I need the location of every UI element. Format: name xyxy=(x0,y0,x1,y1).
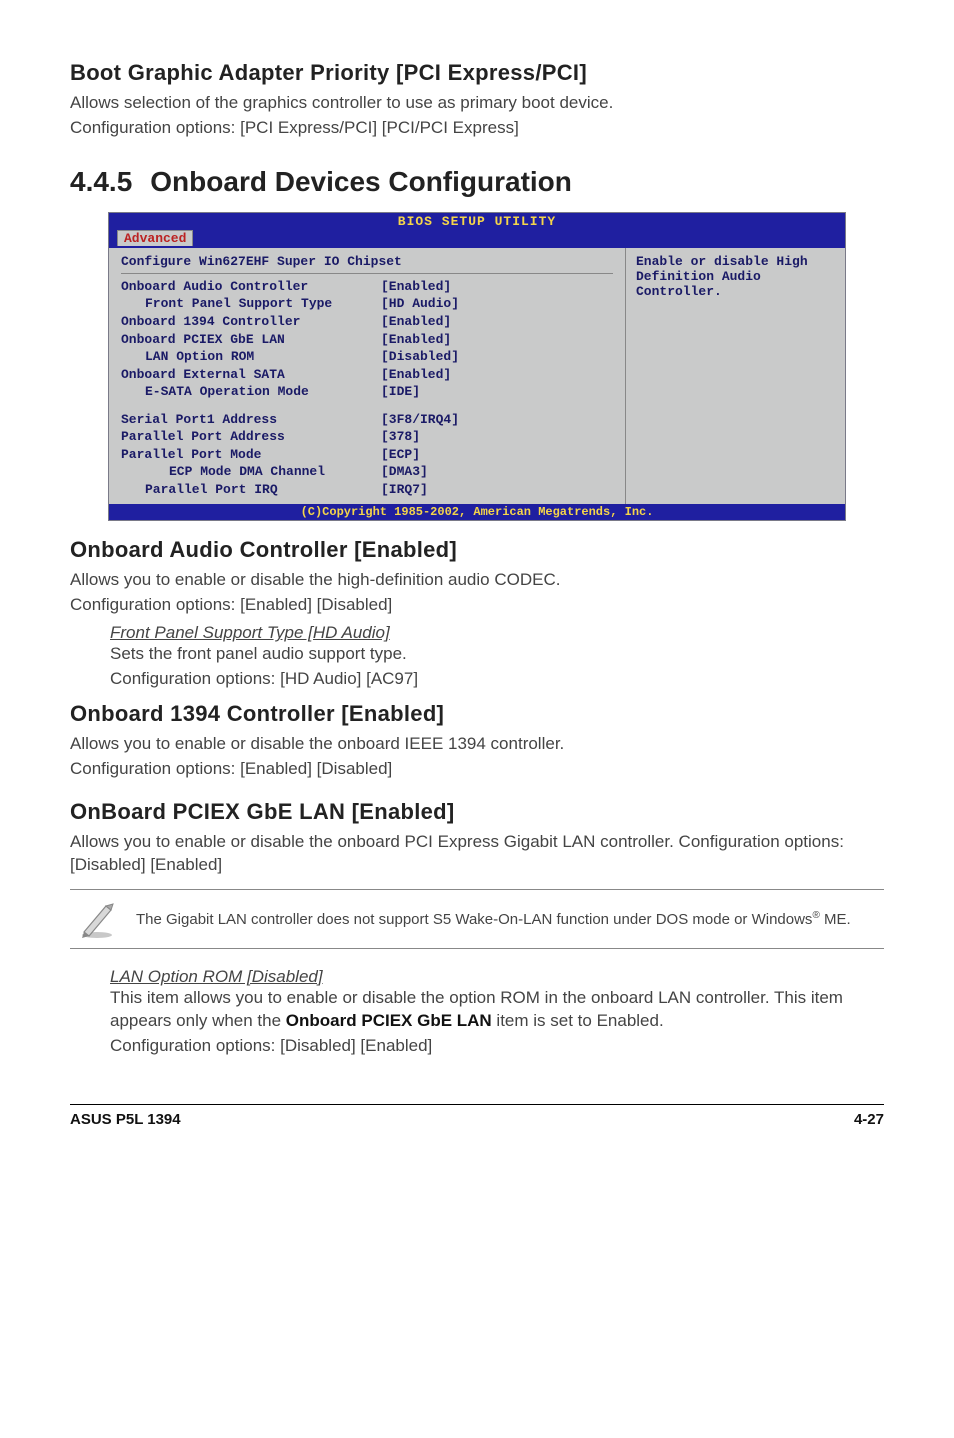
bios-value: [Disabled] xyxy=(381,348,459,366)
bios-row[interactable]: Onboard 1394 Controller[Enabled] xyxy=(121,313,613,331)
bios-copyright: (C)Copyright 1985-2002, American Megatre… xyxy=(109,504,845,520)
page-footer: ASUS P5L 1394 4-27 xyxy=(70,1104,884,1128)
bios-label: E-SATA Operation Mode xyxy=(121,383,381,401)
bios-value: [3F8/IRQ4] xyxy=(381,411,459,429)
bios-row[interactable]: Serial Port1 Address[3F8/IRQ4] xyxy=(121,411,613,429)
text: This item allows you to enable or disabl… xyxy=(110,987,884,1033)
bios-value: [IRQ7] xyxy=(381,481,428,499)
subheading-front-panel: Front Panel Support Type [HD Audio] xyxy=(110,623,884,643)
bios-label: LAN Option ROM xyxy=(121,348,381,366)
heading-onboard-devices: 4.4.5 Onboard Devices Configuration xyxy=(70,166,884,198)
heading-onboard-audio: Onboard Audio Controller [Enabled] xyxy=(70,537,884,563)
bios-label: Onboard External SATA xyxy=(121,366,381,384)
bios-tab-advanced[interactable]: Advanced xyxy=(117,230,193,246)
text: Allows you to enable or disable the high… xyxy=(70,569,884,592)
bios-row[interactable]: LAN Option ROM[Disabled] xyxy=(121,348,613,366)
text: Allows you to enable or disable the onbo… xyxy=(70,831,884,877)
note-text: The Gigabit LAN controller does not supp… xyxy=(136,909,851,930)
text: Allows you to enable or disable the onbo… xyxy=(70,733,884,756)
heading-onboard-1394: Onboard 1394 Controller [Enabled] xyxy=(70,701,884,727)
bios-value: [ECP] xyxy=(381,446,420,464)
bios-help-pane: Enable or disable High Definition Audio … xyxy=(625,248,845,505)
bios-tab-row: Advanced xyxy=(109,230,845,248)
bios-label: Parallel Port IRQ xyxy=(121,481,381,499)
bios-value: [HD Audio] xyxy=(381,295,459,313)
text: Configuration options: [Disabled] [Enabl… xyxy=(110,1035,884,1058)
bios-row[interactable]: Onboard Audio Controller[Enabled] xyxy=(121,278,613,296)
text: Allows selection of the graphics control… xyxy=(70,92,884,115)
bios-label: Serial Port1 Address xyxy=(121,411,381,429)
bios-value: [Enabled] xyxy=(381,331,451,349)
bios-row[interactable]: ECP Mode DMA Channel[DMA3] xyxy=(121,463,613,481)
footer-page-number: 4-27 xyxy=(854,1111,884,1128)
bios-row[interactable]: E-SATA Operation Mode[IDE] xyxy=(121,383,613,401)
bios-value: [DMA3] xyxy=(381,463,428,481)
bios-row[interactable]: Parallel Port Mode[ECP] xyxy=(121,446,613,464)
text: Sets the front panel audio support type. xyxy=(110,643,884,666)
bios-row[interactable]: Parallel Port IRQ[IRQ7] xyxy=(121,481,613,499)
subheading-lan-option-rom: LAN Option ROM [Disabled] xyxy=(110,967,884,987)
bios-value: [Enabled] xyxy=(381,366,451,384)
bios-screenshot: BIOS SETUP UTILITY Advanced Configure Wi… xyxy=(108,212,846,522)
bios-label: Front Panel Support Type xyxy=(121,295,381,313)
bios-label: Onboard PCIEX GbE LAN xyxy=(121,331,381,349)
text: Configuration options: [PCI Express/PCI]… xyxy=(70,117,884,140)
bios-subheading: Configure Win627EHF Super IO Chipset xyxy=(121,254,613,274)
bios-left-pane: Configure Win627EHF Super IO Chipset Onb… xyxy=(109,248,625,505)
bios-row[interactable]: Front Panel Support Type[HD Audio] xyxy=(121,295,613,313)
text: Configuration options: [Enabled] [Disabl… xyxy=(70,758,884,781)
bios-label: Onboard Audio Controller xyxy=(121,278,381,296)
footer-product: ASUS P5L 1394 xyxy=(70,1111,181,1128)
bios-label: Parallel Port Mode xyxy=(121,446,381,464)
bold-text: Onboard PCIEX GbE LAN xyxy=(286,1011,492,1030)
note-box: The Gigabit LAN controller does not supp… xyxy=(70,889,884,949)
bios-value: [378] xyxy=(381,428,420,446)
bios-label: ECP Mode DMA Channel xyxy=(121,463,381,481)
bios-row[interactable]: Onboard PCIEX GbE LAN[Enabled] xyxy=(121,331,613,349)
bios-title: BIOS SETUP UTILITY xyxy=(109,213,845,230)
heading-pciex-lan: OnBoard PCIEX GbE LAN [Enabled] xyxy=(70,799,884,825)
bios-label: Onboard 1394 Controller xyxy=(121,313,381,331)
bios-value: [Enabled] xyxy=(381,278,451,296)
text: Configuration options: [Enabled] [Disabl… xyxy=(70,594,884,617)
bios-value: [Enabled] xyxy=(381,313,451,331)
note-pen-icon xyxy=(76,898,118,940)
heading-boot-graphic: Boot Graphic Adapter Priority [PCI Expre… xyxy=(70,60,884,86)
bios-row[interactable]: Onboard External SATA[Enabled] xyxy=(121,366,613,384)
bios-row[interactable]: Parallel Port Address[378] xyxy=(121,428,613,446)
bios-label: Parallel Port Address xyxy=(121,428,381,446)
heading-text: Onboard Devices Configuration xyxy=(150,166,572,197)
text: Configuration options: [HD Audio] [AC97] xyxy=(110,668,884,691)
heading-number: 4.4.5 xyxy=(70,166,132,198)
bios-value: [IDE] xyxy=(381,383,420,401)
